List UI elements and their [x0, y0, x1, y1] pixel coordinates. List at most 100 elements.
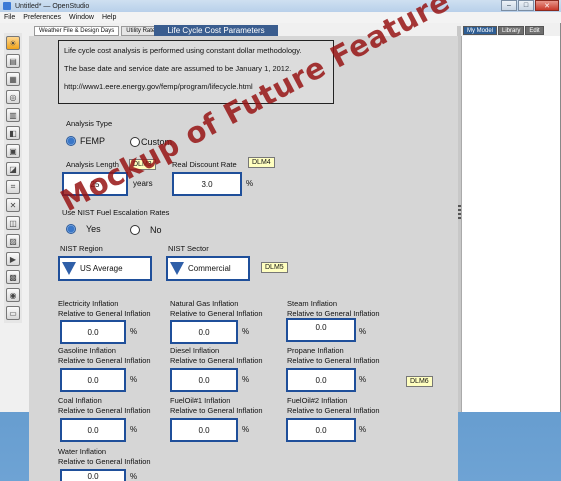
discount-rate-unit: %: [246, 179, 254, 188]
radio-nist-no-label: No: [150, 225, 162, 235]
gasoline-inflation-label: Gasoline Inflation Relative to General I…: [58, 346, 151, 366]
fueloil1-inflation-title: FuelOil#1 Inflation: [170, 396, 231, 405]
diesel-inflation-title: Diesel Inflation: [170, 346, 220, 355]
fueloil1-inflation-label: FuelOil#1 Inflation Relative to General …: [170, 396, 263, 416]
tools-icon[interactable]: ✕: [6, 198, 20, 212]
propane-inflation-label: Propane Inflation Relative to General In…: [287, 346, 380, 366]
discount-rate-input[interactable]: 3.0: [172, 172, 242, 196]
gasoline-inflation-title: Gasoline Inflation: [58, 346, 116, 355]
construction-icon[interactable]: ▥: [6, 108, 20, 122]
percent-unit: %: [130, 472, 138, 481]
relative-label: Relative to General Inflation: [170, 406, 263, 415]
thermal-zone-icon[interactable]: ◎: [6, 90, 20, 104]
coal-inflation-input[interactable]: 0.0: [60, 418, 126, 442]
close-button[interactable]: ✕: [535, 0, 559, 11]
fueloil2-inflation-input[interactable]: 0.0: [286, 418, 356, 442]
radio-femp[interactable]: [66, 136, 76, 146]
propane-inflation-input[interactable]: 0.0: [286, 368, 356, 392]
percent-unit: %: [242, 327, 250, 336]
percent-unit: %: [359, 425, 367, 434]
note-line-1: Life cycle cost analysis is performed us…: [64, 46, 302, 55]
water-inflation-input[interactable]: 0.0: [60, 469, 126, 481]
steam-inflation-title: Steam Inflation: [287, 299, 338, 308]
nist-region-value: US Average: [80, 264, 123, 273]
page-title: Life Cycle Cost Parameters: [154, 25, 278, 36]
discount-rate-label: Real Discount Rate: [172, 160, 237, 169]
radio-nist-yes[interactable]: [66, 224, 76, 234]
natural-gas-inflation-title: Natural Gas Inflation: [170, 299, 239, 308]
electricity-inflation-title: Electricity Inflation: [58, 299, 119, 308]
space-icon[interactable]: ▦: [6, 72, 20, 86]
right-tab-bar: My Model Library Edit: [463, 26, 545, 35]
maximize-button[interactable]: □: [518, 0, 534, 11]
relative-label: Relative to General Inflation: [287, 406, 380, 415]
steam-inflation-input[interactable]: 0.0: [286, 318, 356, 342]
vertical-toolbar: ☀ ▤ ▦ ◎ ▥ ◧ ▣ ◪ ⌗ ✕ ◫ ▨ ▶ ▩ ◉ ▭: [4, 33, 22, 323]
subtab-bar: Weather File & Design Days Utility Rates: [34, 26, 165, 36]
analysis-type-label: Analysis Type: [66, 119, 113, 128]
tab-edit[interactable]: Edit: [525, 26, 544, 35]
outputs-icon[interactable]: ◫: [6, 216, 20, 230]
relative-label: Relative to General Inflation: [287, 356, 380, 365]
right-panel: [461, 36, 560, 412]
scripts-icon[interactable]: ▨: [6, 234, 20, 248]
relative-label: Relative to General Inflation: [170, 356, 263, 365]
schedule-icon[interactable]: ▣: [6, 144, 20, 158]
fueloil1-inflation-input[interactable]: 0.0: [170, 418, 238, 442]
minimize-button[interactable]: –: [501, 0, 517, 11]
export-icon[interactable]: ▭: [6, 306, 20, 320]
menu-preferences[interactable]: Preferences: [19, 14, 65, 21]
dropdown-arrow-icon: [170, 262, 184, 275]
percent-unit: %: [242, 425, 250, 434]
menu-file[interactable]: File: [0, 14, 19, 21]
loads-icon[interactable]: ◪: [6, 162, 20, 176]
natural-gas-inflation-input[interactable]: 0.0: [170, 320, 238, 344]
simulation-icon[interactable]: ▶: [6, 252, 20, 266]
menu-window[interactable]: Window: [65, 14, 98, 21]
menu-bar: File Preferences Window Help: [0, 12, 561, 23]
window-controls: – □ ✕: [500, 0, 559, 11]
dlm4-badge: DLM4: [248, 157, 275, 168]
gasoline-inflation-input[interactable]: 0.0: [60, 368, 126, 392]
fueloil2-inflation-title: FuelOil#2 Inflation: [287, 396, 348, 405]
percent-unit: %: [359, 327, 367, 336]
percent-unit: %: [359, 375, 367, 384]
radio-nist-no[interactable]: [130, 225, 140, 235]
globe-icon[interactable]: ◉: [6, 288, 20, 302]
water-inflation-title: Water Inflation: [58, 447, 107, 456]
title-bar: Untitled* — OpenStudio – □ ✕: [0, 0, 561, 12]
percent-unit: %: [130, 327, 138, 336]
coal-inflation-label: Coal Inflation Relative to General Infla…: [58, 396, 151, 416]
propane-inflation-title: Propane Inflation: [287, 346, 344, 355]
tab-my-model[interactable]: My Model: [463, 26, 498, 35]
app-icon: [3, 2, 11, 10]
nist-sector-label: NIST Sector: [168, 244, 209, 253]
percent-unit: %: [130, 375, 138, 384]
nist-sector-select[interactable]: Commercial: [166, 256, 250, 281]
fueloil2-inflation-label: FuelOil#2 Inflation Relative to General …: [287, 396, 380, 416]
natural-gas-inflation-label: Natural Gas Inflation Relative to Genera…: [170, 299, 263, 319]
nist-region-select[interactable]: US Average: [58, 256, 152, 281]
radio-femp-label: FEMP: [80, 136, 106, 146]
sun-icon[interactable]: ☀: [6, 36, 20, 50]
dropdown-arrow-icon: [62, 262, 76, 275]
hvac-icon[interactable]: ⌗: [6, 180, 20, 194]
dlm5-badge: DLM5: [261, 262, 288, 273]
diesel-inflation-input[interactable]: 0.0: [170, 368, 238, 392]
building-icon[interactable]: ▤: [6, 54, 20, 68]
window-title: Untitled* — OpenStudio: [15, 2, 90, 10]
results-icon[interactable]: ▩: [6, 270, 20, 284]
relative-label: Relative to General Inflation: [170, 309, 263, 318]
material-icon[interactable]: ◧: [6, 126, 20, 140]
percent-unit: %: [130, 425, 138, 434]
electricity-inflation-input[interactable]: 0.0: [60, 320, 126, 344]
relative-label: Relative to General Inflation: [58, 309, 151, 318]
tab-weather-file[interactable]: Weather File & Design Days: [34, 26, 120, 36]
relative-label: Relative to General Inflation: [58, 356, 151, 365]
steam-inflation-label: Steam Inflation Relative to General Infl…: [287, 299, 380, 319]
menu-help[interactable]: Help: [98, 14, 120, 21]
tab-library[interactable]: Library: [498, 26, 525, 35]
nist-region-label: NIST Region: [60, 244, 103, 253]
water-inflation-label: Water Inflation Relative to General Infl…: [58, 447, 151, 467]
percent-unit: %: [242, 375, 250, 384]
